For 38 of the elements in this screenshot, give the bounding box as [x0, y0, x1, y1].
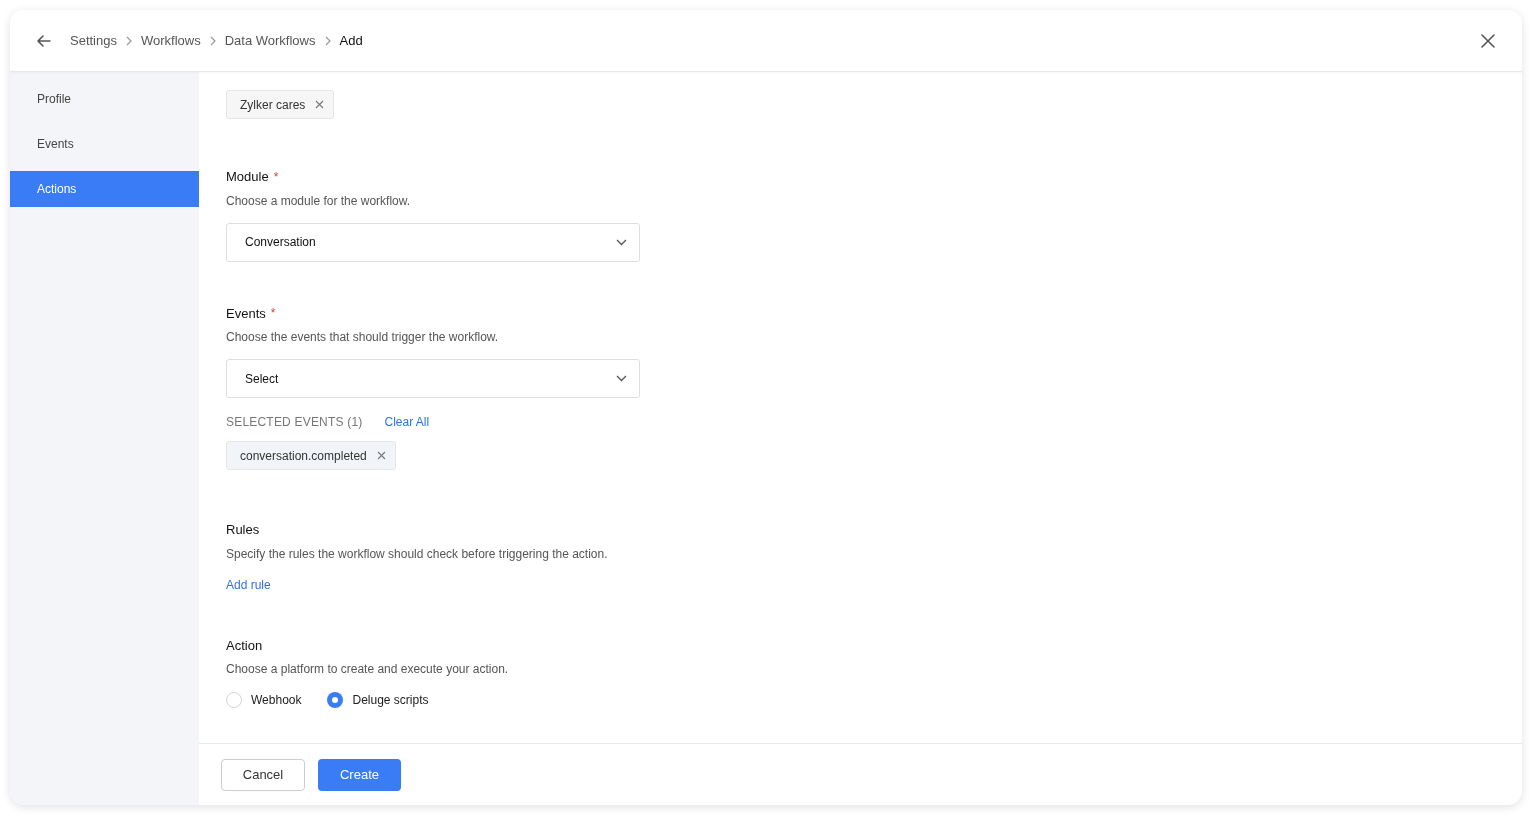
- required-mark: *: [270, 305, 276, 323]
- cancel-button[interactable]: Cancel: [221, 758, 305, 791]
- radio-button[interactable]: [327, 692, 344, 708]
- required-mark: *: [273, 168, 279, 186]
- chevron-right-icon: [208, 35, 217, 46]
- remove-icon[interactable]: [315, 99, 326, 110]
- chevron-down-icon: [616, 238, 627, 246]
- clear-all-link[interactable]: Clear All: [384, 413, 430, 431]
- sidebar-item[interactable]: Actions: [10, 171, 199, 207]
- sidebar-item[interactable]: Profile: [10, 81, 199, 117]
- chip-label: Zylker cares: [240, 96, 306, 114]
- dropdown[interactable]: Conversation: [226, 222, 640, 262]
- section-title: Rules: [226, 521, 260, 539]
- breadcrumb-link[interactable]: Data Workflows: [224, 30, 316, 51]
- radio-label: Webhook: [251, 692, 302, 709]
- chip-label: conversation.completed: [240, 447, 367, 465]
- add-rule-link[interactable]: Add rule: [226, 575, 271, 594]
- breadcrumb-current: Add: [339, 31, 363, 50]
- breadcrumb-link[interactable]: Workflows: [141, 30, 201, 51]
- chevron-down-icon: [616, 375, 627, 382]
- section-title: Events: [226, 304, 266, 323]
- section-hint: Specify the rules the workflow should check before triggering the action.: [226, 545, 609, 563]
- section-hint: Choose the events that should trigger the workflow.: [226, 329, 500, 346]
- breadcrumb-link[interactable]: Settings: [70, 30, 117, 51]
- sidebar-item[interactable]: Events: [10, 126, 199, 162]
- section-hint: Choose a module for the workflow.: [226, 192, 412, 210]
- radio-label: Deluge scripts: [352, 692, 429, 709]
- dropdown[interactable]: Select: [226, 359, 640, 398]
- create-button[interactable]: Create: [318, 758, 401, 791]
- radio-button[interactable]: [226, 692, 242, 708]
- section-hint: Choose a platform to create and execute your action.: [226, 661, 510, 678]
- close-icon[interactable]: [1479, 31, 1497, 50]
- section-label: SELECTED EVENTS (1): [226, 414, 363, 431]
- section-title: Module: [226, 168, 269, 186]
- chevron-right-icon: [323, 35, 332, 46]
- remove-icon[interactable]: [376, 450, 387, 461]
- section-title: Action: [226, 636, 263, 655]
- chevron-right-icon: [125, 35, 133, 46]
